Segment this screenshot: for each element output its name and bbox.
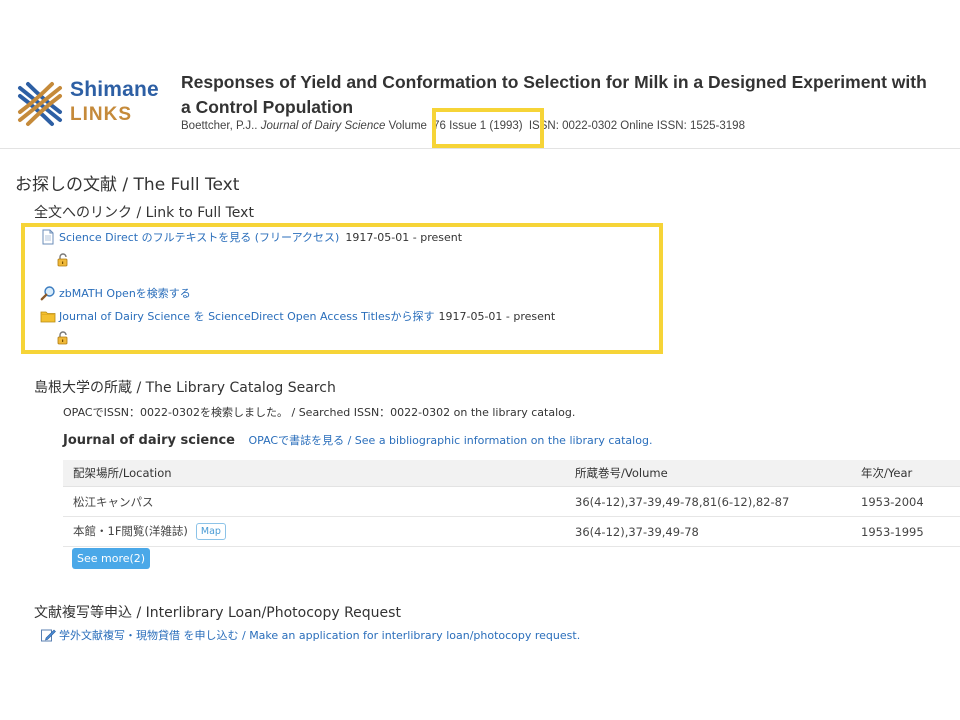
zbmath-link[interactable]: zbMATH Openを検索する — [59, 285, 191, 301]
cell-location: 本館・1F閲覧(洋雑誌) Map — [63, 516, 565, 547]
cell-year: 1953-1995 — [851, 516, 960, 547]
ill-heading: 文献複写等申込 / Interlibrary Loan/Photocopy Re… — [34, 605, 401, 621]
article-title: Responses of Yield and Conformation to S… — [181, 72, 927, 117]
article-volume-issue: 76 Issue 1 (1993) — [433, 120, 523, 132]
open-lock-icon — [57, 253, 68, 267]
page-header: Shimane LINKS Responses of Yield and Con… — [0, 60, 960, 149]
ill-link-row[interactable]: 学外文献複写・現物貸借 を申し込む / Make an application … — [40, 627, 580, 643]
holdings-table: 配架場所/Location 所蔵巻号/Volume 年次/Year 松江キャンパ… — [63, 460, 960, 547]
see-more-button[interactable]: See more(2) — [72, 548, 151, 569]
magnifier-icon — [40, 286, 55, 301]
map-button[interactable]: Map — [195, 523, 226, 540]
table-row: 松江キャンパス 36(4-12),37-39,49-78,81(6-12),82… — [63, 486, 960, 517]
document-icon — [42, 229, 54, 245]
logo-mark-icon — [18, 82, 62, 126]
location-text: 本館・1F閲覧(洋雑誌) — [73, 524, 188, 538]
fulltext-subheading: 全文へのリンク / Link to Full Text — [34, 205, 254, 221]
logo-text-shimane: Shimane — [70, 78, 159, 101]
column-header-volume: 所蔵巻号/Volume — [565, 460, 851, 487]
cell-volume: 36(4-12),37-39,49-78,81(6-12),82-87 — [565, 486, 851, 517]
catalog-heading: 島根大学の所蔵 / The Library Catalog Search — [34, 380, 336, 396]
logo-text-links: LINKS — [70, 104, 132, 125]
article-volume-prefix: Volume — [388, 120, 427, 132]
ill-application-link[interactable]: 学外文献複写・現物貸借 を申し込む / Make an application … — [59, 627, 580, 643]
opac-bibliographic-link[interactable]: OPACで書誌を見る / See a bibliographic informa… — [249, 434, 653, 447]
catalog-journal-title: Journal of dairy science — [63, 433, 235, 448]
edit-icon — [41, 629, 56, 642]
table-row: 本館・1F閲覧(洋雑誌) Map 36(4-12),37-39,49-78 195… — [63, 516, 960, 547]
column-header-year: 年次/Year — [851, 460, 960, 487]
article-citation: Boettcher, P.J.. Journal of Dairy Scienc… — [181, 120, 745, 132]
cell-year: 1953-2004 — [851, 486, 960, 517]
fulltext-link-sciencedirect[interactable]: Science Direct のフルテキストを見る (フリーアクセス) 1917… — [40, 229, 462, 245]
folder-icon — [40, 311, 56, 323]
cell-volume: 36(4-12),37-39,49-78 — [565, 516, 851, 547]
open-lock-icon — [57, 331, 68, 345]
column-header-location: 配架場所/Location — [63, 460, 565, 487]
article-issn: ISSN: 0022-0302 — [528, 120, 618, 132]
fulltext-link-open-access[interactable]: Journal of Dairy Science を ScienceDirect… — [40, 308, 555, 324]
article-online-issn: Online ISSN: 1525-3198 — [620, 120, 745, 132]
fulltext-link-zbmath[interactable]: zbMATH Openを検索する — [40, 285, 191, 301]
sciencedirect-link[interactable]: Science Direct のフルテキストを見る (フリーアクセス) — [59, 229, 339, 245]
holdings-header-row: 配架場所/Location 所蔵巻号/Volume 年次/Year — [63, 460, 960, 487]
open-access-link[interactable]: Journal of Dairy Science を ScienceDirect… — [59, 308, 434, 324]
article-authors: Boettcher, P.J.. — [181, 120, 258, 132]
article-journal: Journal of Dairy Science — [260, 120, 386, 132]
cell-location: 松江キャンパス — [63, 486, 565, 517]
shimane-links-logo[interactable]: Shimane LINKS — [14, 76, 164, 132]
sciencedirect-date: 1917-05-01 - present — [345, 230, 463, 244]
catalog-searched-text: OPACでISSN：0022-0302を検索しました。 / Searched I… — [63, 406, 576, 419]
open-access-date: 1917-05-01 - present — [438, 309, 556, 323]
fulltext-heading: お探しの文献 / The Full Text — [15, 175, 240, 195]
catalog-journal-row: Journal of dairy science OPACで書誌を見る / Se… — [63, 432, 652, 448]
